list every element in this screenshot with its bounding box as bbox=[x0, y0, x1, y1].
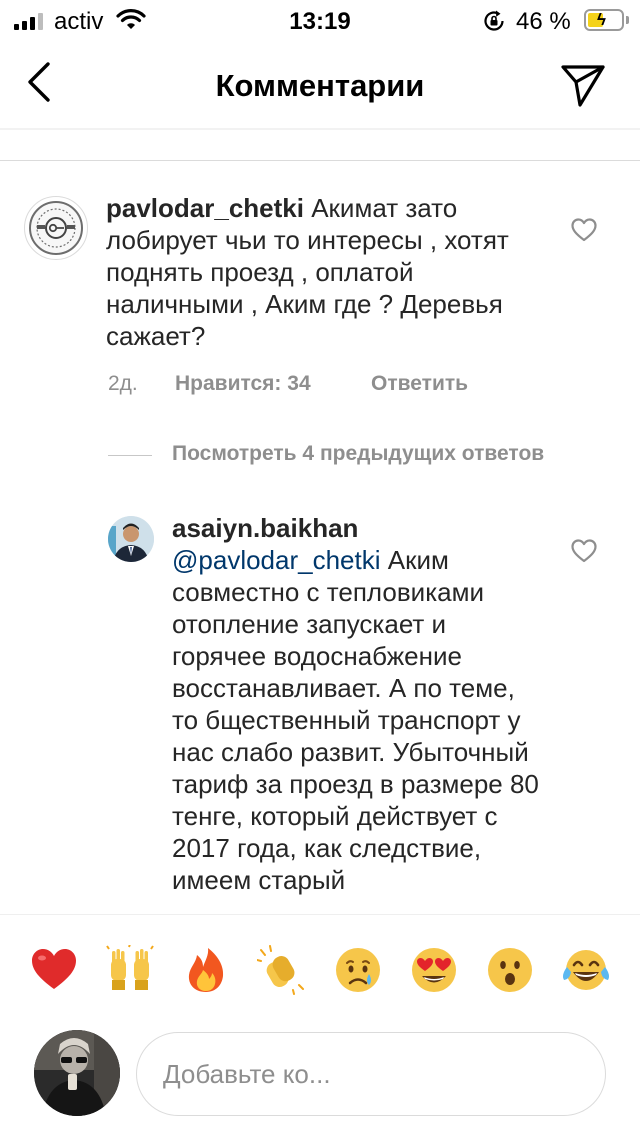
comment-text: pavlodar_chetki Акимат зато лобирует чьи… bbox=[106, 192, 536, 352]
comment-composer bbox=[136, 1032, 606, 1116]
rotation-lock-icon bbox=[484, 10, 504, 31]
raising-hands-emoji-icon[interactable] bbox=[105, 945, 155, 995]
reply-text: asaiyn.baikhan @pavlodar_chetki Аким сов… bbox=[172, 512, 542, 896]
person-photo-icon bbox=[108, 516, 154, 562]
mention-link[interactable]: @pavlodar_chetki bbox=[172, 545, 381, 575]
seal-logo-icon bbox=[29, 201, 83, 255]
current-user-avatar bbox=[34, 1030, 120, 1116]
paper-plane-icon[interactable] bbox=[558, 60, 608, 110]
comment-age: 2д. bbox=[108, 372, 138, 395]
comment-input[interactable] bbox=[161, 1051, 585, 1097]
heart-icon[interactable] bbox=[570, 217, 598, 243]
caption-divider bbox=[0, 160, 640, 161]
page-title: Комментарии bbox=[215, 68, 425, 103]
comment-likes[interactable]: Нравится: 34 bbox=[175, 372, 311, 396]
surprised-face-emoji-icon[interactable] bbox=[485, 945, 535, 995]
user-photo-icon bbox=[34, 1030, 120, 1116]
heart-icon[interactable] bbox=[570, 538, 598, 564]
avatar[interactable] bbox=[24, 196, 88, 260]
status-bar: activ 13:19 46 % ϟ bbox=[0, 0, 640, 40]
charging-bolt-icon: ϟ bbox=[597, 10, 606, 29]
battery-cap bbox=[626, 16, 629, 24]
battery-icon: ϟ bbox=[584, 9, 624, 31]
clapping-hands-emoji-icon[interactable] bbox=[257, 945, 307, 995]
battery-percent: 46 % bbox=[516, 8, 571, 35]
tears-of-joy-emoji-icon[interactable] bbox=[561, 945, 611, 995]
heart-eyes-emoji-icon[interactable] bbox=[409, 945, 459, 995]
comments-header: Комментарии bbox=[0, 40, 640, 128]
reply-username[interactable]: asaiyn.baikhan bbox=[172, 513, 358, 543]
fire-emoji-icon[interactable] bbox=[181, 945, 231, 995]
avatar[interactable] bbox=[108, 516, 154, 562]
scrolled-content-edge bbox=[0, 128, 640, 130]
red-heart-emoji-icon[interactable] bbox=[29, 945, 79, 995]
quick-reaction-bar bbox=[0, 914, 640, 1025]
comment-username[interactable]: pavlodar_chetki bbox=[106, 193, 304, 223]
crying-face-emoji-icon[interactable] bbox=[333, 945, 383, 995]
reply-body: Аким совместно с тепловиками отопление з… bbox=[172, 545, 539, 895]
thread-line bbox=[108, 455, 152, 456]
reply-button[interactable]: Ответить bbox=[371, 372, 468, 396]
view-previous-replies-button[interactable]: Посмотреть 4 предыдущих ответов bbox=[172, 442, 544, 466]
